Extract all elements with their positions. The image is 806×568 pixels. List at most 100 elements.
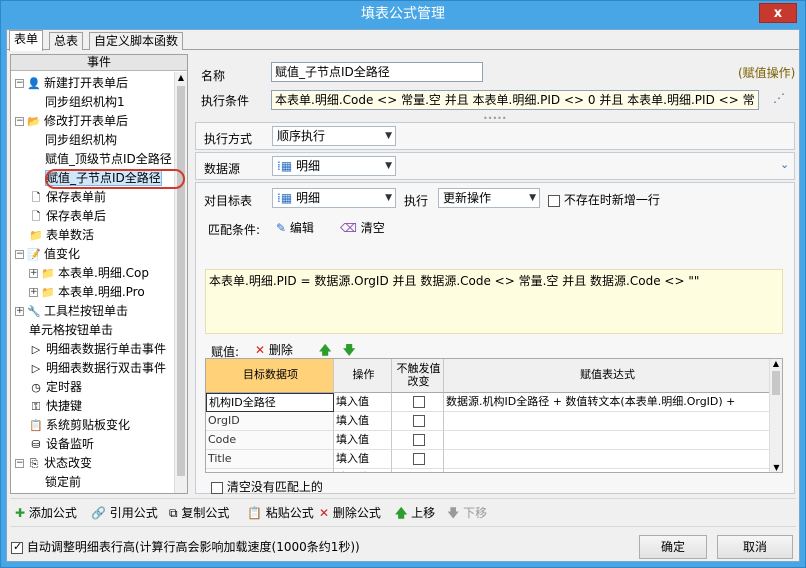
match-clear-button[interactable]: ⌫ 清空 xyxy=(340,219,385,237)
exec-action-select[interactable]: 更新操作 ▼ xyxy=(438,188,540,208)
tree-scroll-thumb[interactable] xyxy=(177,86,185,476)
tree-item[interactable]: − 📂 修改打开表单后 xyxy=(15,112,128,131)
tree-item[interactable]: ⛁ 设备监听 xyxy=(29,435,94,454)
assign-delete-button[interactable]: ✕ 删除 xyxy=(255,341,293,359)
grid-cell-no-trigger[interactable] xyxy=(392,431,444,450)
tab-form[interactable]: 表单 xyxy=(9,30,44,51)
expand-icon[interactable]: + xyxy=(29,269,38,278)
tree-item[interactable]: ▷ 明细表数据行单击事件 xyxy=(29,340,166,359)
clear-unmatched[interactable]: 清空没有匹配上的 xyxy=(211,478,323,495)
grid-header-no-trigger[interactable]: 不触发值改变 xyxy=(392,359,444,393)
grid-cell-op[interactable]: 填入值 xyxy=(334,412,392,431)
scroll-up-icon[interactable]: ▲ xyxy=(175,72,187,84)
insert-if-missing[interactable]: 不存在时新增一行 xyxy=(548,191,660,208)
grid-cell-target[interactable]: OrgID xyxy=(206,412,334,431)
name-input[interactable]: 赋值_子节点ID全路径 xyxy=(271,62,483,82)
grid-cell-expr[interactable] xyxy=(444,431,770,450)
clear-unmatched-checkbox[interactable] xyxy=(211,481,223,494)
tab-summary[interactable]: 总表 xyxy=(49,32,84,50)
move-down-icon[interactable]: 🡇 xyxy=(343,341,355,359)
tree-item[interactable]: 📁 表单数活 xyxy=(29,226,94,245)
tree-item[interactable]: + 🔧 工具栏按钮单击 xyxy=(15,302,128,321)
scroll-down-icon[interactable]: ▼ xyxy=(770,463,782,472)
grid-header-op[interactable]: 操作 xyxy=(334,359,392,393)
grid-cell-expr[interactable] xyxy=(444,469,770,472)
tree-item[interactable]: 同步组织机构1 xyxy=(45,93,125,112)
target-table-select[interactable]: ⁞▦ 明细 ▼ xyxy=(272,188,396,208)
grid-cell-op[interactable]: 填入值 xyxy=(334,450,392,469)
grid-cell-expr[interactable] xyxy=(444,412,770,431)
collapse-icon[interactable]: − xyxy=(15,459,24,468)
tree-item[interactable]: 赋值_子节点ID全路径 xyxy=(45,169,162,188)
grid-cell-target[interactable]: Code xyxy=(206,431,334,450)
grid-scroll-thumb[interactable] xyxy=(772,371,780,395)
auto-height-option[interactable]: ✓ 自动调整明细表行高(计算行高会影响加载速度(1000条约1秒)) xyxy=(11,538,360,555)
no-trigger-checkbox[interactable] xyxy=(412,415,425,427)
grid-cell-no-trigger[interactable] xyxy=(392,450,444,469)
tree-item[interactable]: − 👤 新建打开表单后 xyxy=(15,74,128,93)
cancel-button[interactable]: 取消 xyxy=(717,535,793,559)
auto-height-checkbox[interactable]: ✓ xyxy=(11,540,23,554)
tree-item[interactable]: − 📝 值变化 xyxy=(15,245,80,264)
grid-cell-expr[interactable]: 数据源.机构ID全路径 + 数值转文本(本表单.明细.OrgID) + xyxy=(444,393,770,412)
copy-formula-button[interactable]: ⧉ 复制公式 xyxy=(169,504,229,522)
collapse-icon[interactable]: − xyxy=(15,117,24,126)
delete-formula-label: 删除公式 xyxy=(332,506,381,520)
grid-header-expr[interactable]: 赋值表达式 xyxy=(444,359,770,393)
match-condition-text[interactable]: 本表单.明细.PID = 数据源.OrgID 并且 数据源.Code <> 常量… xyxy=(205,269,783,334)
no-trigger-checkbox[interactable] xyxy=(413,472,425,473)
exec-mode-select[interactable]: 顺序执行 ▼ xyxy=(272,126,396,146)
grid-cell-expr[interactable] xyxy=(444,450,770,469)
grid-cell-target[interactable]: 机构ID全路径 xyxy=(206,393,334,412)
add-formula-button[interactable]: ✚ 添加公式 xyxy=(15,504,77,522)
tree-item[interactable]: 同步组织机构 xyxy=(45,131,117,150)
grid-scrollbar[interactable]: ▲ ▼ xyxy=(769,359,782,472)
tree-item[interactable]: ◷ 定时器 xyxy=(29,378,82,397)
ref-formula-button[interactable]: 🔗 引用公式 xyxy=(91,504,158,522)
tree-item[interactable]: ⚿ 快捷键 xyxy=(29,397,82,416)
tree-item[interactable]: 赋值_顶级节点ID全路径 xyxy=(45,150,172,169)
tree-item[interactable]: + 📁 本表单.明细.Cop xyxy=(29,264,149,283)
grid-cell-target[interactable]: Title xyxy=(206,450,334,469)
no-trigger-checkbox[interactable] xyxy=(412,434,425,446)
no-trigger-checkbox[interactable] xyxy=(412,453,425,465)
grid-cell-no-trigger[interactable] xyxy=(392,393,444,412)
match-edit-button[interactable]: ✎ 编辑 xyxy=(276,219,314,237)
tree-item[interactable]: 🗋 保存表单后 xyxy=(29,207,106,226)
grid-cell-op[interactable]: 填入值 xyxy=(334,431,392,450)
move-up-button[interactable]: 🡅 上移 xyxy=(395,504,435,522)
tree-item[interactable]: 单元格按钮单击 xyxy=(29,321,113,340)
insert-if-missing-checkbox[interactable] xyxy=(548,194,560,207)
grid-cell-no-trigger[interactable] xyxy=(392,469,444,473)
tree-item[interactable]: − ⎘ 状态改变 xyxy=(15,454,92,473)
tree-item[interactable]: 锁定前 xyxy=(45,473,81,492)
tree-item[interactable]: + 📁 本表单.明细.Pro xyxy=(29,283,145,302)
grid-cell-no-trigger[interactable] xyxy=(392,412,444,431)
move-down-button[interactable]: 🡇 下移 xyxy=(447,504,487,522)
tree-scrollbar[interactable]: ▲ xyxy=(174,72,187,493)
paste-formula-button[interactable]: 📋 粘贴公式 xyxy=(247,504,314,522)
grid-cell-op[interactable]: 填入值 xyxy=(334,393,392,412)
move-up-icon[interactable]: 🡅 xyxy=(319,341,331,359)
no-trigger-checkbox[interactable] xyxy=(412,396,425,408)
expand-icon[interactable]: + xyxy=(29,288,38,297)
magic-wand-icon[interactable]: ⋰ xyxy=(773,91,785,105)
tab-custom-script[interactable]: 自定义脚本函数 xyxy=(89,32,184,50)
close-button[interactable]: x xyxy=(759,3,797,23)
condition-input[interactable]: 本表单.明细.Code <> 常量.空 并且 本表单.明细.PID <> 0 并… xyxy=(271,90,759,110)
expand-icon[interactable]: + xyxy=(15,307,24,316)
tree-item[interactable]: 📋 系统剪贴板变化 xyxy=(29,416,130,435)
expand-chevron-icon[interactable]: ⌄ xyxy=(780,158,789,171)
collapse-icon[interactable]: − xyxy=(15,79,24,88)
grid-header-target[interactable]: 目标数据项 xyxy=(206,359,334,393)
tree-item[interactable]: 🗋 保存表单前 xyxy=(29,188,106,207)
ok-button[interactable]: 确定 xyxy=(639,535,707,559)
tree-item[interactable]: 锁定后 xyxy=(45,492,81,493)
tree-item[interactable]: ▷ 明细表数据行双击事件 xyxy=(29,359,166,378)
grid-cell-op[interactable]: 填入值 xyxy=(334,469,392,472)
grid-cell-target[interactable]: Dis xyxy=(206,469,334,472)
collapse-icon[interactable]: − xyxy=(15,250,24,259)
delete-formula-button[interactable]: ✕ 删除公式 xyxy=(319,504,381,522)
data-source-select[interactable]: ⁞▦ 明细 ▼ xyxy=(272,156,396,176)
scroll-up-icon[interactable]: ▲ xyxy=(770,359,782,368)
